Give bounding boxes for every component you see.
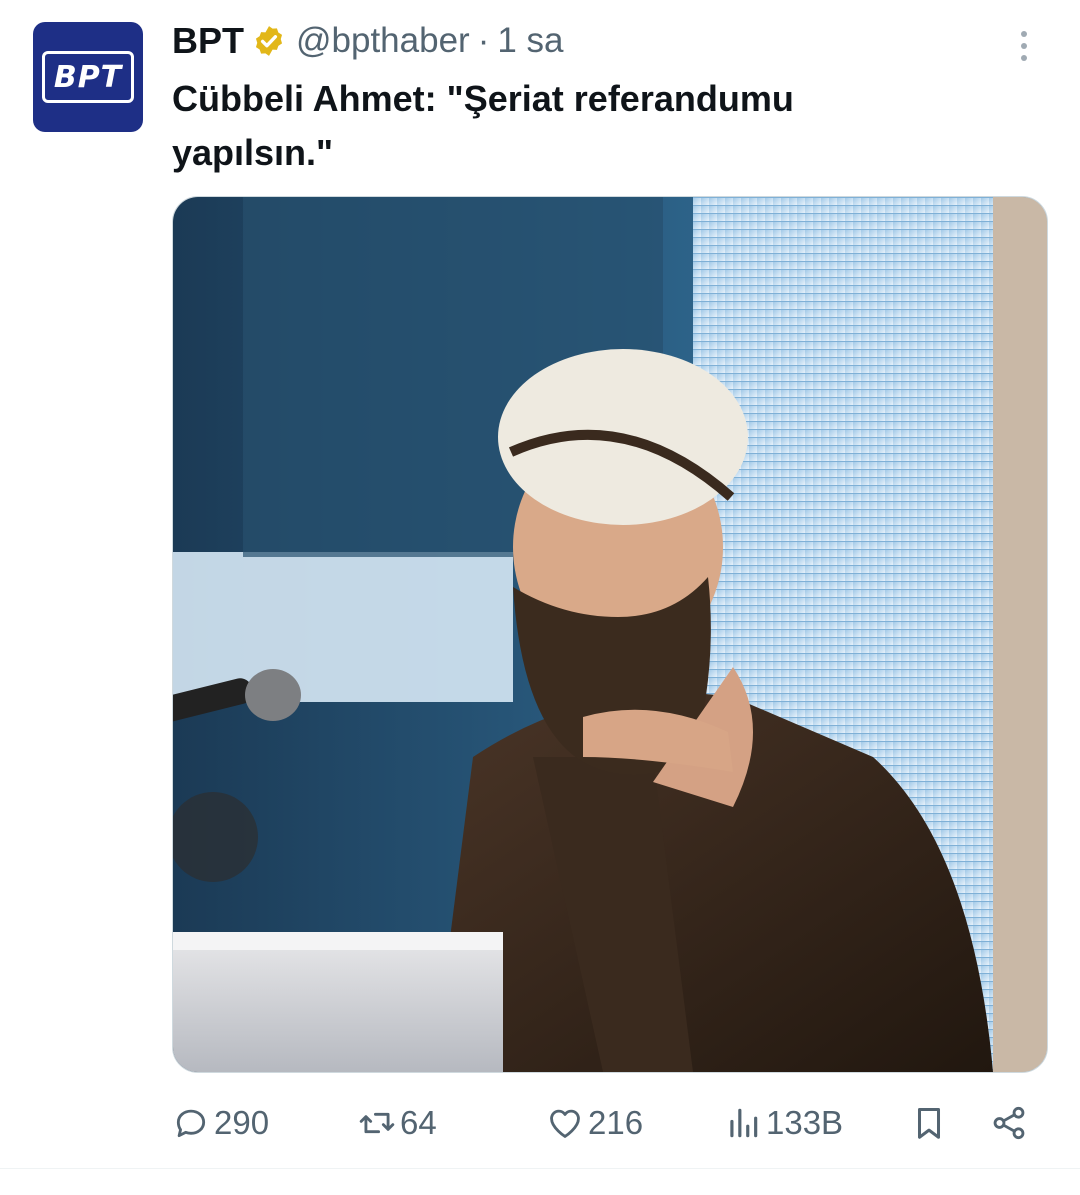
like-button[interactable]: 216 [546,1098,643,1148]
bpt-logo-icon: BPT [42,51,134,103]
reply-icon [176,1109,206,1138]
views-count: 133B [766,1104,844,1141]
tweet-header: BPT @bpthaber · 1 sa [172,16,564,66]
views-button[interactable]: 133B [724,1098,843,1148]
tweet-photo[interactable] [172,196,1048,1073]
action-bar: 290 64 216 133B [172,1098,1042,1148]
avatar[interactable]: BPT [33,22,143,132]
separator: · [477,21,490,60]
views-icon [730,1108,758,1138]
tweet-text: Cübbeli Ahmet: "Şeriat referandumu yapıl… [172,72,952,180]
reply-button[interactable]: 290 [172,1098,269,1148]
reply-count: 290 [214,1104,270,1141]
handle[interactable]: @bpthaber [296,21,470,61]
divider [0,1168,1080,1169]
tweet[interactable]: BPT BPT @bpthaber · 1 sa Cübbeli Ahmet: … [0,0,1080,1195]
tweet-text-line-2: yapılsın." [172,132,334,173]
heart-icon [550,1109,580,1138]
more-icon[interactable] [1012,26,1036,66]
share-icon [993,1106,1025,1140]
tweet-text-line-1: Cübbeli Ahmet: "Şeriat referandumu [172,78,794,119]
share-button[interactable] [990,1098,1028,1148]
like-count: 216 [588,1104,644,1141]
timestamp[interactable]: 1 sa [497,21,563,61]
retweet-button[interactable]: 64 [358,1098,437,1148]
bookmark-button[interactable] [910,1098,948,1148]
verified-icon [255,26,283,56]
bookmark-icon [917,1108,941,1139]
retweet-icon [359,1112,395,1134]
retweet-count: 64 [400,1104,437,1141]
photo-illustration [173,197,1047,1072]
display-name[interactable]: BPT [172,20,244,62]
